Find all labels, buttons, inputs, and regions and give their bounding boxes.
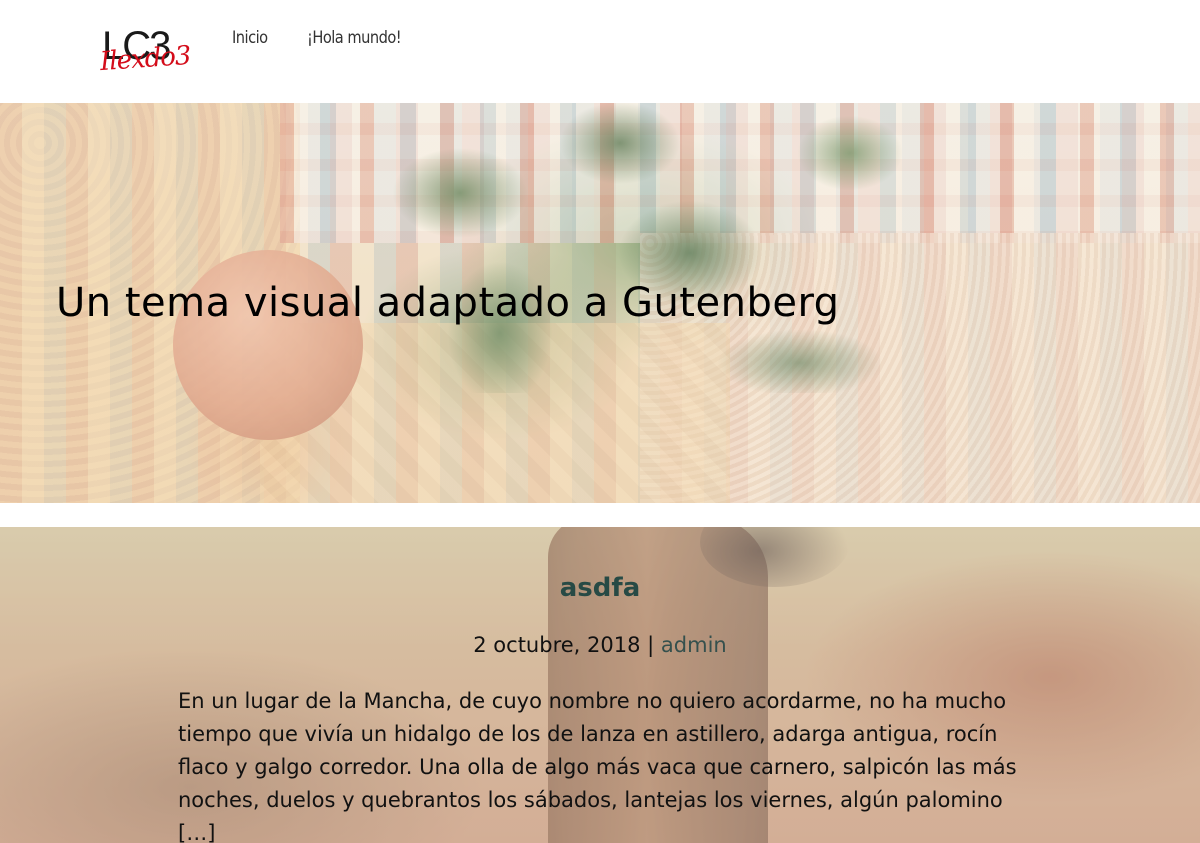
- nav-item-inicio[interactable]: Inicio: [232, 28, 268, 48]
- post-meta: 2 octubre, 2018 | admin: [0, 633, 1200, 657]
- post-date: 2 octubre, 2018: [473, 633, 641, 657]
- logo-script: Ilexdo3: [99, 40, 192, 78]
- post-title-link[interactable]: asdfa: [560, 573, 641, 603]
- nav-item-hola-mundo[interactable]: ¡Hola mundo!: [307, 28, 402, 48]
- site-logo[interactable]: LC3 Ilexdo3: [99, 26, 191, 82]
- meta-separator: |: [647, 633, 655, 657]
- post-excerpt: En un lugar de la Mancha, de cuyo nombre…: [178, 689, 1017, 843]
- post-title: asdfa: [0, 573, 1200, 603]
- hero-title: Un tema visual adaptado a Gutenberg: [56, 280, 840, 326]
- hero-banner: Un tema visual adaptado a Gutenberg: [0, 103, 1200, 503]
- post-author-link[interactable]: admin: [661, 633, 727, 657]
- post-card: asdfa 2 octubre, 2018 | admin En un luga…: [0, 527, 1200, 843]
- site-header: LC3 Ilexdo3 Inicio ¡Hola mundo!: [0, 0, 1200, 103]
- main-nav: Inicio ¡Hola mundo!: [232, 28, 417, 48]
